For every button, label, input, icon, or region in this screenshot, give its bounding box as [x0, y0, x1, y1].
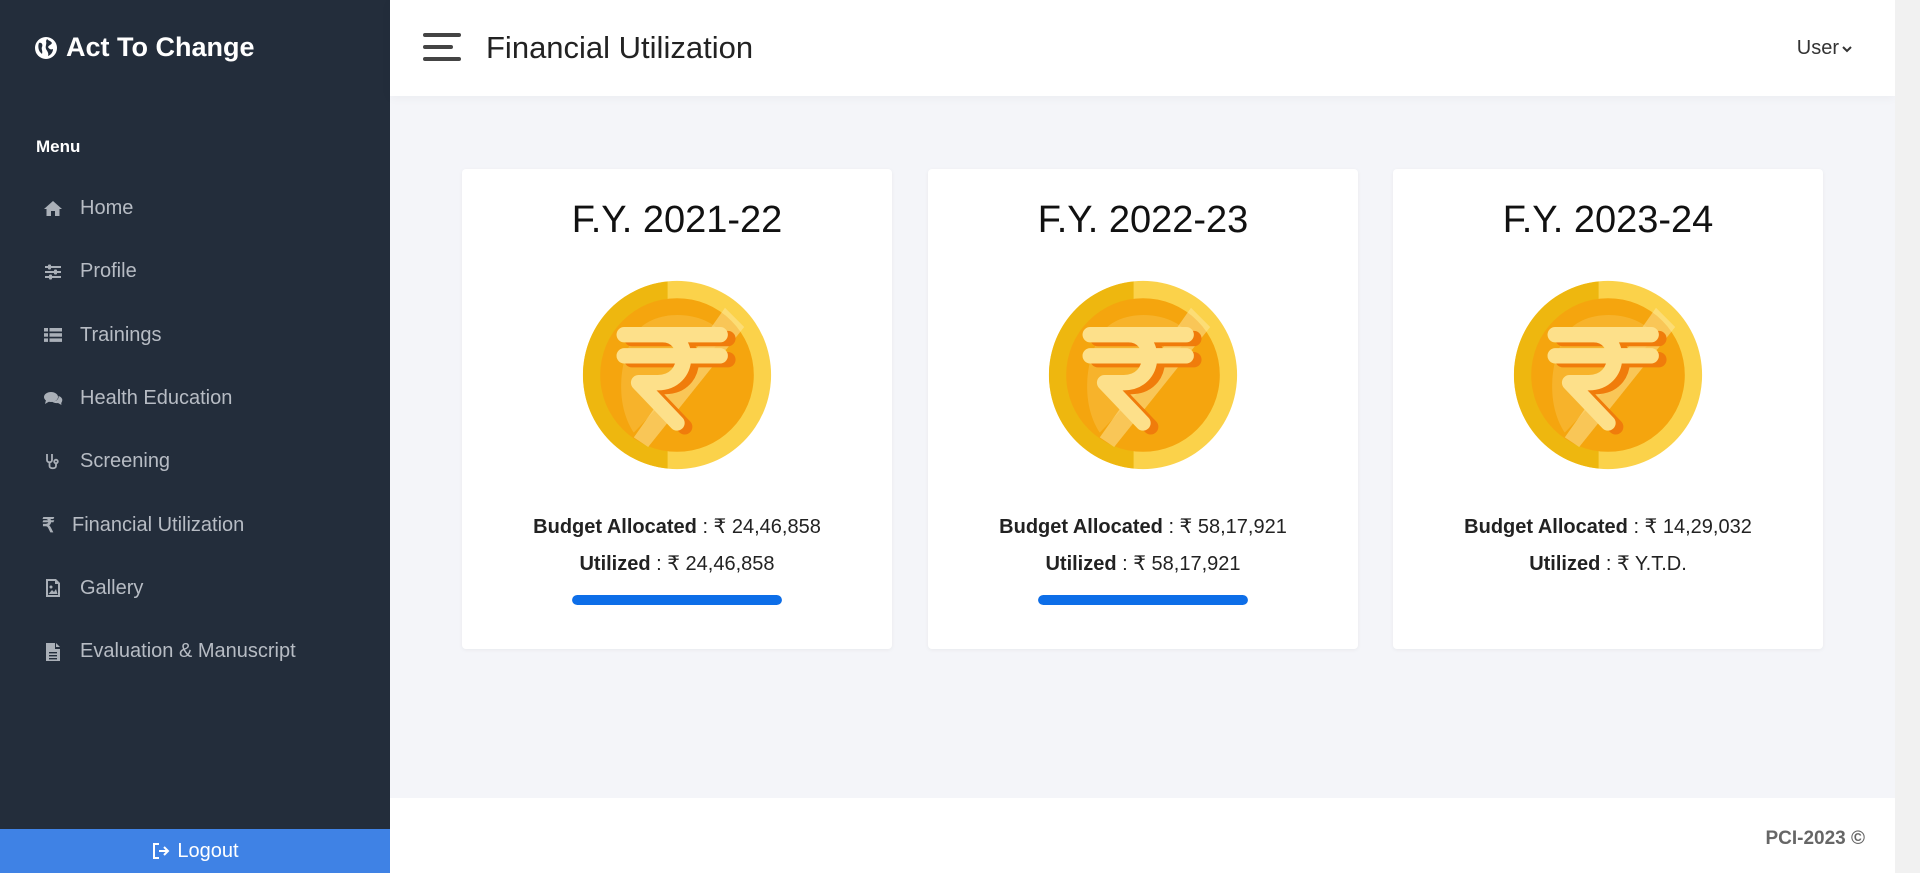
progress-fill [572, 595, 782, 605]
logout-icon [153, 843, 170, 859]
stethoscope-icon [42, 451, 64, 473]
utilized-label: Utilized [1529, 553, 1601, 575]
menu-heading: Menu [36, 137, 81, 156]
utilized: Utilized : ₹ Y.T.D. [1393, 551, 1823, 576]
brand[interactable]: Act To Change [34, 32, 255, 63]
fy-title: F.Y. 2021-22 [571, 199, 783, 241]
sidebar-item-screening[interactable]: Screening [0, 430, 390, 493]
page-scrollbar[interactable] [1895, 0, 1920, 873]
budget-value: : ₹ 24,46,858 [696, 516, 821, 538]
sidebar-item-home[interactable]: Home [0, 177, 390, 240]
fy-title: F.Y. 2023-24 [1502, 199, 1714, 241]
file-icon [42, 641, 64, 663]
top-header: Financial Utilization User [390, 0, 1895, 96]
budget-value: : ₹ 14,29,032 [1627, 516, 1752, 538]
footer-copyright: PCI-2023 © [1765, 828, 1865, 849]
sidebar-item-profile[interactable]: Profile [0, 240, 390, 303]
utilization-progress-bar [1038, 595, 1248, 605]
utilized: Utilized : ₹ 58,17,921 [928, 551, 1358, 576]
user-dropdown[interactable]: User [1797, 37, 1853, 60]
fy-card: F.Y. 2021-22 Budget Allocated : ₹ 24,46,… [462, 169, 892, 649]
budget-label: Budget Allocated [999, 516, 1163, 538]
budget-label: Budget Allocated [533, 516, 697, 538]
footer: PCI-2023 © [390, 798, 1895, 873]
rupee-coin-icon [582, 280, 772, 470]
sidebar-item-financial-utilization[interactable]: ₹ Financial Utilization [0, 493, 390, 556]
hamburger-menu-icon[interactable] [423, 33, 461, 61]
home-icon [42, 198, 64, 220]
sidebar-item-label: Financial Utilization [72, 513, 245, 536]
utilized-value: : ₹ 58,17,921 [1116, 553, 1241, 575]
budget-allocated: Budget Allocated : ₹ 58,17,921 [928, 514, 1358, 539]
sidebar-item-label: Gallery [80, 576, 144, 599]
sidebar-item-label: Profile [80, 260, 137, 283]
budget-label: Budget Allocated [1464, 516, 1628, 538]
logout-label: Logout [177, 839, 239, 862]
list-icon [42, 324, 64, 346]
budget-allocated: Budget Allocated : ₹ 24,46,858 [462, 514, 892, 539]
image-icon [42, 577, 64, 599]
sidebar-item-label: Home [80, 197, 134, 220]
logout-button[interactable]: Logout [0, 829, 390, 873]
sidebar-item-label: Evaluation & Manuscript [80, 640, 296, 663]
sidebar-item-label: Trainings [80, 323, 162, 346]
utilization-progress-bar [572, 595, 782, 605]
chevron-down-icon [1842, 45, 1852, 52]
progress-fill [1038, 595, 1248, 605]
user-label: User [1796, 37, 1839, 59]
brand-name: Act To Change [66, 32, 255, 62]
sidebar-nav: Home Profile Trainings Health Education … [0, 177, 390, 683]
globe-icon [35, 36, 57, 59]
sidebar-item-label: Health Education [80, 387, 233, 410]
utilized-value: : ₹ 24,46,858 [650, 553, 775, 575]
utilized: Utilized : ₹ 24,46,858 [462, 551, 892, 576]
sliders-icon [42, 261, 64, 283]
rupee-coin-icon [1513, 280, 1703, 470]
sidebar: Act To Change Menu Home Profile Training… [0, 0, 390, 873]
utilized-label: Utilized [579, 553, 651, 575]
sidebar-item-label: Screening [80, 450, 171, 473]
sidebar-item-evaluation-manuscript[interactable]: Evaluation & Manuscript [0, 620, 390, 683]
rupee-coin-icon [1048, 280, 1238, 470]
budget-value: : ₹ 58,17,921 [1162, 516, 1287, 538]
fy-title: F.Y. 2022-23 [1037, 199, 1249, 241]
fy-card: F.Y. 2023-24 Budget Allocated : ₹ 14,29,… [1393, 169, 1823, 649]
sidebar-item-gallery[interactable]: Gallery [0, 557, 390, 620]
rupee-icon: ₹ [42, 514, 55, 537]
fy-card: F.Y. 2022-23 Budget Allocated : ₹ 58,17,… [928, 169, 1358, 649]
utilized-value: : ₹ Y.T.D. [1600, 553, 1687, 575]
budget-allocated: Budget Allocated : ₹ 14,29,032 [1393, 514, 1823, 539]
utilized-label: Utilized [1045, 553, 1117, 575]
sidebar-item-health-education[interactable]: Health Education [0, 367, 390, 430]
sidebar-item-trainings[interactable]: Trainings [0, 304, 390, 367]
page-title: Financial Utilization [486, 30, 754, 65]
comments-icon [42, 388, 64, 410]
